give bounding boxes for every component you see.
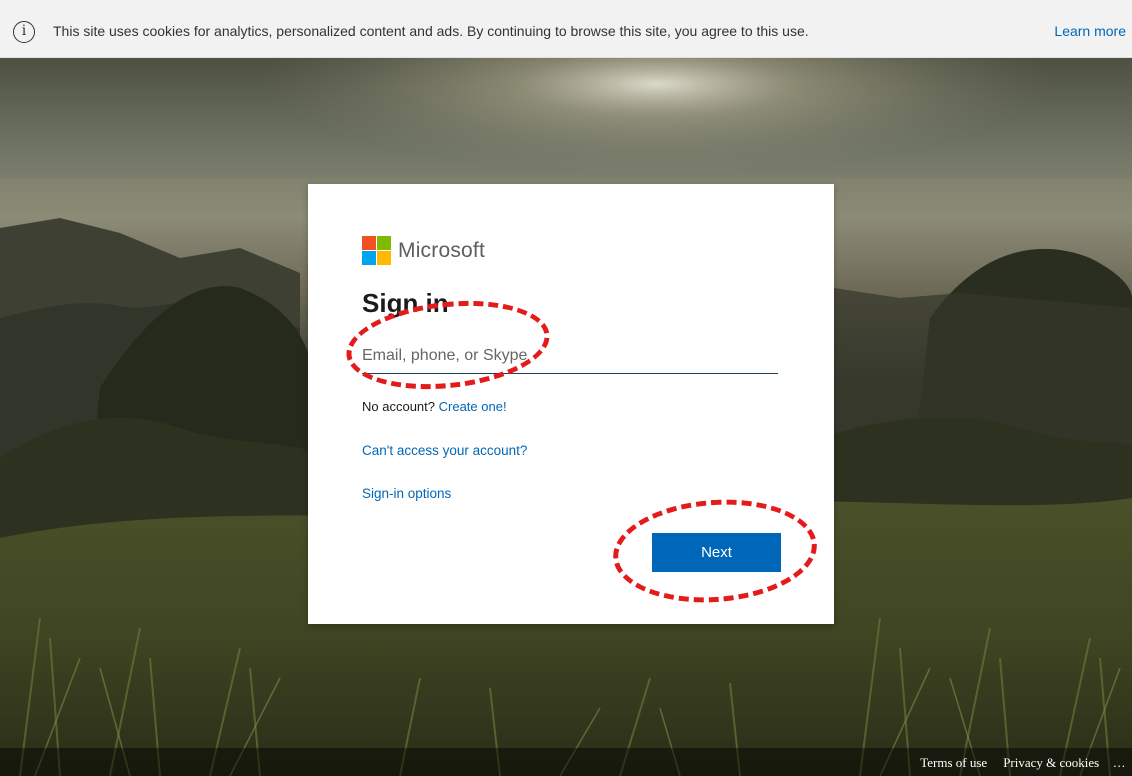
brand-name: Microsoft xyxy=(398,238,485,262)
microsoft-logo-icon xyxy=(362,236,391,265)
cookie-banner-text: This site uses cookies for analytics, pe… xyxy=(53,23,809,39)
create-account-link[interactable]: Create one! xyxy=(439,399,507,414)
no-account-label: No account? xyxy=(362,399,435,414)
cant-access-account-link[interactable]: Can't access your account? xyxy=(362,443,527,458)
cookie-banner: i This site uses cookies for analytics, … xyxy=(0,0,1132,58)
microsoft-logo: Microsoft xyxy=(362,236,485,265)
terms-of-use-link[interactable]: Terms of use xyxy=(920,755,987,771)
privacy-cookies-link[interactable]: Privacy & cookies xyxy=(1003,755,1099,771)
signin-options-link[interactable]: Sign-in options xyxy=(362,486,451,501)
logo-square-yellow xyxy=(377,251,391,265)
learn-more-link[interactable]: Learn more xyxy=(1054,23,1126,39)
more-options-icon[interactable]: ... xyxy=(1113,755,1126,771)
no-account-text: No account? Create one! xyxy=(362,399,507,414)
info-icon: i xyxy=(13,21,35,43)
logo-square-red xyxy=(362,236,376,250)
next-button[interactable]: Next xyxy=(652,533,781,572)
signin-card: Microsoft Sign in No account? Create one… xyxy=(308,184,834,624)
email-field[interactable] xyxy=(362,339,778,374)
page: i This site uses cookies for analytics, … xyxy=(0,0,1132,776)
page-title: Sign in xyxy=(362,288,449,318)
logo-square-blue xyxy=(362,251,376,265)
footer: Terms of use Privacy & cookies ... xyxy=(0,748,1132,776)
logo-square-green xyxy=(377,236,391,250)
footer-links: Terms of use Privacy & cookies ... xyxy=(920,755,1126,771)
